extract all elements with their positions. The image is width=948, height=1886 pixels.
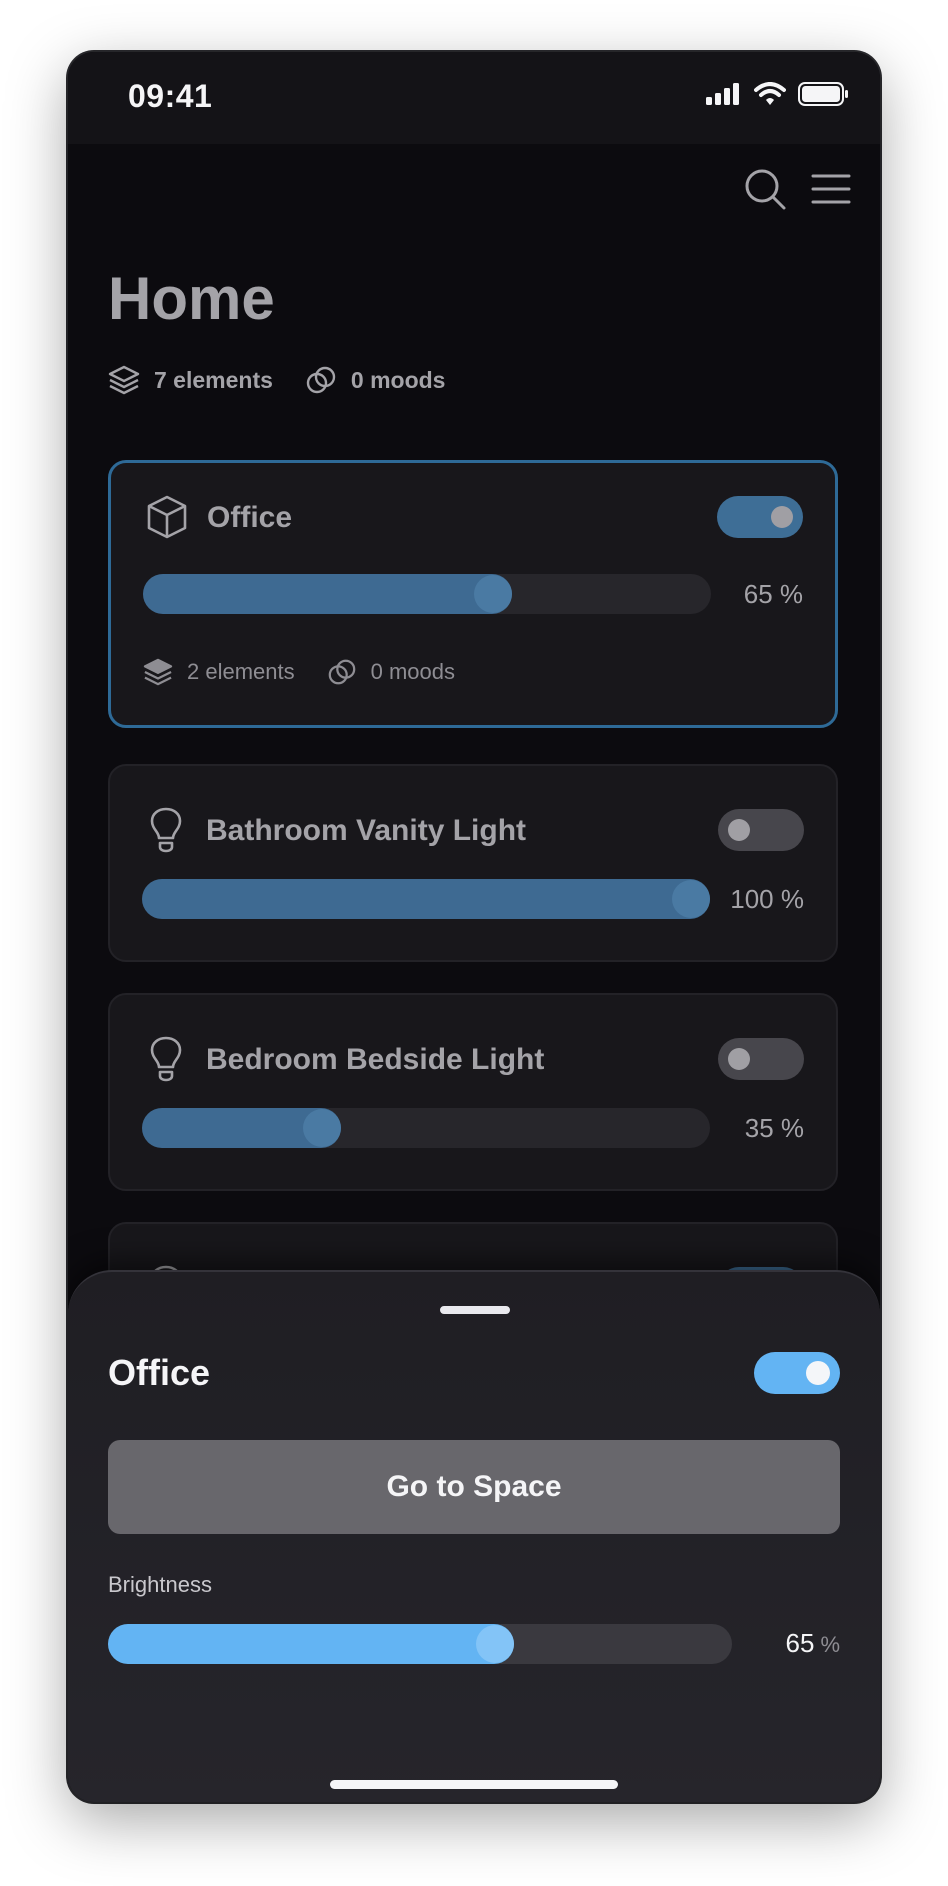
card-bathroom-title: Bathroom Vanity Light bbox=[206, 814, 527, 847]
status-bar: 09:41 bbox=[68, 52, 880, 144]
card-office-title: Office bbox=[207, 501, 293, 534]
slider-fill bbox=[108, 1624, 514, 1664]
card-office-moods: 0 moods bbox=[327, 657, 455, 687]
go-to-space-button[interactable]: Go to Space bbox=[108, 1440, 840, 1534]
card-bedroom-title: Bedroom Bedside Light bbox=[206, 1043, 545, 1076]
moods-icon bbox=[328, 659, 355, 685]
slider-fill bbox=[143, 574, 513, 614]
slider-thumb[interactable] bbox=[474, 575, 513, 613]
home-elements-count: 7 elements bbox=[108, 365, 273, 395]
card-office-elements: 2 elements bbox=[143, 658, 295, 686]
card-office-meta: 2 elements 0 moods bbox=[143, 657, 487, 687]
card-bathroom-icon-wrap bbox=[144, 806, 188, 854]
slider-fill bbox=[142, 879, 710, 919]
bottom-sheet: Office Go to Space Brightness 65% bbox=[68, 1270, 880, 1802]
menu-button[interactable] bbox=[806, 164, 856, 214]
home-indicator bbox=[330, 1780, 618, 1789]
card-office-elements-label: 2 elements bbox=[187, 659, 295, 684]
card-office-toggle[interactable] bbox=[717, 496, 803, 538]
brightness-unit: % bbox=[820, 1632, 840, 1657]
card-office-icon-wrap bbox=[145, 493, 189, 541]
toggle-knob bbox=[728, 819, 750, 841]
battery-icon bbox=[798, 82, 848, 106]
menu-icon bbox=[811, 174, 851, 204]
card-office-value: 65 % bbox=[743, 579, 803, 609]
card-bedroom-icon-wrap bbox=[144, 1035, 188, 1083]
toggle-knob bbox=[771, 506, 793, 528]
toggle-knob bbox=[806, 1361, 830, 1385]
lightbulb-icon bbox=[150, 807, 182, 853]
status-time: 09:41 bbox=[128, 78, 213, 114]
brightness-slider[interactable] bbox=[108, 1624, 732, 1664]
sheet-power-toggle[interactable] bbox=[754, 1352, 840, 1394]
card-bathroom-value: 100 % bbox=[730, 884, 804, 914]
sheet-grabber[interactable] bbox=[440, 1306, 510, 1314]
toggle-knob bbox=[728, 1048, 750, 1070]
slider-thumb[interactable] bbox=[302, 1109, 341, 1147]
layers-icon bbox=[108, 365, 140, 395]
cellular-signal-icon bbox=[706, 83, 739, 105]
card-bathroom-slider[interactable] bbox=[142, 879, 710, 919]
search-icon bbox=[745, 169, 786, 210]
card-bedroom-toggle[interactable] bbox=[718, 1038, 804, 1080]
slider-thumb[interactable] bbox=[475, 1625, 514, 1663]
lightbulb-icon bbox=[150, 1036, 182, 1082]
status-icons bbox=[706, 82, 850, 106]
home-moods-count: 0 moods bbox=[305, 364, 446, 396]
phone-screen: 09:41 Home 7 elements 0 moods Office 65 … bbox=[68, 52, 880, 1802]
slider-thumb[interactable] bbox=[672, 880, 710, 918]
brightness-label: Brightness bbox=[108, 1572, 212, 1597]
home-elements-label: 7 elements bbox=[154, 366, 273, 393]
brightness-value: 65% bbox=[786, 1628, 840, 1659]
card-bedroom-value: 35 % bbox=[744, 1113, 804, 1143]
sheet-title: Office bbox=[108, 1352, 211, 1393]
wifi-icon bbox=[754, 82, 786, 105]
card-bathroom-toggle[interactable] bbox=[718, 809, 804, 851]
page-title: Home bbox=[108, 265, 275, 332]
cube-icon bbox=[147, 495, 187, 539]
card-office[interactable]: Office 65 % 2 elements 0 moods bbox=[108, 460, 838, 728]
search-button[interactable] bbox=[740, 164, 790, 214]
home-meta: 7 elements 0 moods bbox=[108, 364, 477, 396]
card-office-moods-label: 0 moods bbox=[370, 659, 456, 684]
card-bedroom-slider[interactable] bbox=[142, 1108, 710, 1148]
home-moods-label: 0 moods bbox=[350, 366, 446, 393]
card-office-slider[interactable] bbox=[143, 574, 711, 614]
brightness-number: 65 bbox=[785, 1628, 815, 1658]
card-bedroom-bedside-light[interactable]: Bedroom Bedside Light 35 % bbox=[108, 993, 838, 1191]
card-bathroom-vanity-light[interactable]: Bathroom Vanity Light 100 % bbox=[108, 764, 838, 962]
layers-icon bbox=[143, 658, 173, 686]
moods-icon bbox=[306, 366, 336, 394]
